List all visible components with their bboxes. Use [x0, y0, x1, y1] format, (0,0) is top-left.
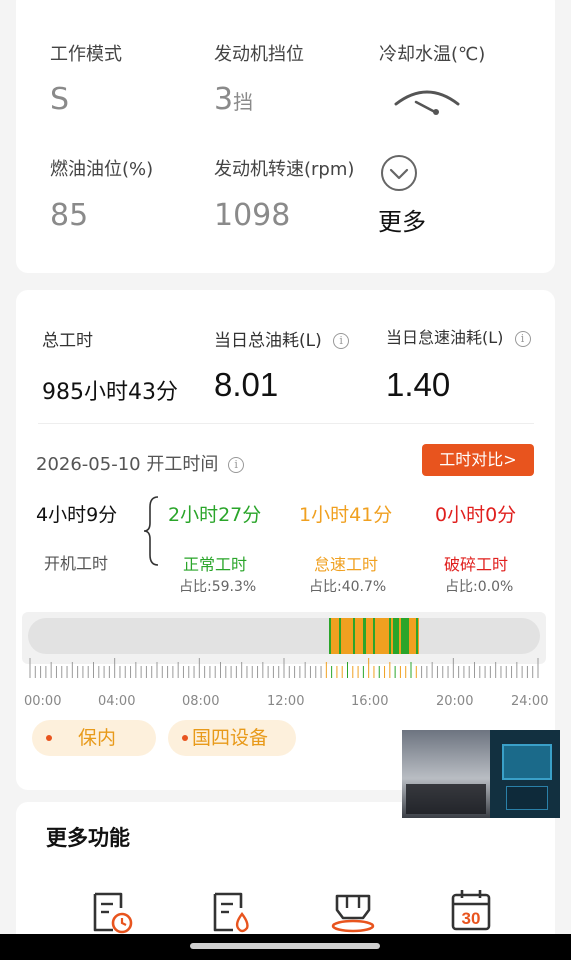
- emission-tag[interactable]: 国四设备: [168, 720, 296, 756]
- gear-unit: 挡: [233, 90, 254, 114]
- gear-value: 3: [214, 82, 234, 117]
- rpm-value: 1098: [214, 198, 291, 233]
- on-time-value: 4小时9分: [36, 504, 118, 526]
- more-label: 更多: [378, 208, 426, 236]
- idle-pct: 占比:40.7%: [309, 579, 387, 595]
- calendar-day: 30: [462, 909, 481, 928]
- gauge-icon: [394, 90, 460, 115]
- axis-label: 12:00: [267, 694, 305, 709]
- brace-icon: [144, 496, 159, 566]
- on-time-label: 开机工时: [44, 554, 109, 573]
- work-mode-label: 工作模式: [50, 44, 122, 65]
- idle-fuel-label-text: 当日怠速油耗(L): [386, 328, 504, 347]
- warranty-tag[interactable]: 保内: [32, 720, 156, 756]
- total-hours-label: 总工时: [42, 331, 93, 351]
- emission-label: 国四设备: [192, 727, 269, 749]
- worktime-date-title: 2026-05-10 开工时间 i: [36, 450, 245, 476]
- daily-fuel-label: 当日总油耗(L) i: [214, 326, 350, 351]
- coolant-label: 冷却水温(℃): [379, 44, 486, 65]
- axis-label: 00:00: [24, 694, 62, 709]
- axis-label: 20:00: [436, 694, 474, 709]
- gear-value-group: 3挡: [214, 82, 253, 117]
- video-thumbnail[interactable]: [402, 730, 560, 818]
- status-card: 工作模式 S 发动机挡位 3挡 冷却水温(℃) 燃油油位(%) 85 发动机转速…: [16, 0, 555, 273]
- more-button[interactable]: 更多: [378, 150, 442, 240]
- idle-fuel-label: 当日怠速油耗(L) i: [386, 324, 531, 348]
- break-pct: 占比:0.0%: [445, 579, 514, 595]
- screen-display: [502, 744, 552, 780]
- normal-pct: 占比:59.3%: [179, 579, 257, 595]
- gear-label: 发动机挡位: [214, 44, 304, 65]
- work-mode-value: S: [50, 82, 70, 117]
- report-clock-icon[interactable]: [91, 890, 135, 936]
- machine-icon[interactable]: [329, 890, 377, 936]
- daily-fuel-value: 8.01: [214, 366, 279, 403]
- idle-value: 1小时41分: [299, 504, 393, 526]
- axis-label: 04:00: [98, 694, 136, 709]
- total-hours-value: 985小时43分: [42, 380, 178, 405]
- dot-icon: [182, 735, 188, 741]
- dot-icon: [46, 735, 52, 741]
- divider: [38, 423, 534, 424]
- worktime-date-text: 2026-05-10 开工时间: [36, 454, 219, 475]
- idle-label: 怠速工时: [314, 555, 379, 574]
- chevron-down-icon: [381, 155, 417, 191]
- info-icon[interactable]: i: [228, 457, 245, 473]
- axis-label: 16:00: [351, 694, 389, 709]
- break-value: 0小时0分: [435, 504, 517, 526]
- calendar-icon[interactable]: 30: [450, 888, 492, 934]
- idle-fuel-value: 1.40: [386, 366, 451, 403]
- timeline-axis: 00:00 04:00 08:00 12:00 16:00 20:00 24:0…: [16, 694, 555, 714]
- info-icon[interactable]: i: [333, 333, 350, 349]
- compare-worktime-button[interactable]: 工时对比>: [422, 444, 534, 476]
- info-icon[interactable]: i: [514, 330, 531, 347]
- warranty-label: 保内: [78, 727, 117, 749]
- timeline-bar: [28, 618, 540, 654]
- axis-label: 08:00: [182, 694, 220, 709]
- break-label: 破碎工时: [444, 555, 509, 574]
- fuel-level-label: 燃油油位(%): [50, 159, 154, 180]
- rpm-label: 发动机转速(rpm): [214, 159, 355, 180]
- normal-label: 正常工时: [183, 555, 248, 574]
- daily-fuel-label-text: 当日总油耗(L): [214, 331, 322, 351]
- system-nav-bar: [0, 934, 571, 960]
- axis-label: 24:00: [511, 694, 549, 709]
- more-functions-title: 更多功能: [46, 826, 130, 850]
- report-fuel-icon[interactable]: [211, 890, 255, 936]
- fuel-level-value: 85: [50, 198, 89, 233]
- timeline-activity: [329, 618, 419, 654]
- home-indicator[interactable]: [190, 943, 380, 949]
- normal-value: 2小时27分: [168, 504, 262, 526]
- worktime-card: 总工时 985小时43分 当日总油耗(L) i 8.01 当日怠速油耗(L) i…: [16, 290, 555, 790]
- timeline-ticks: [29, 658, 539, 678]
